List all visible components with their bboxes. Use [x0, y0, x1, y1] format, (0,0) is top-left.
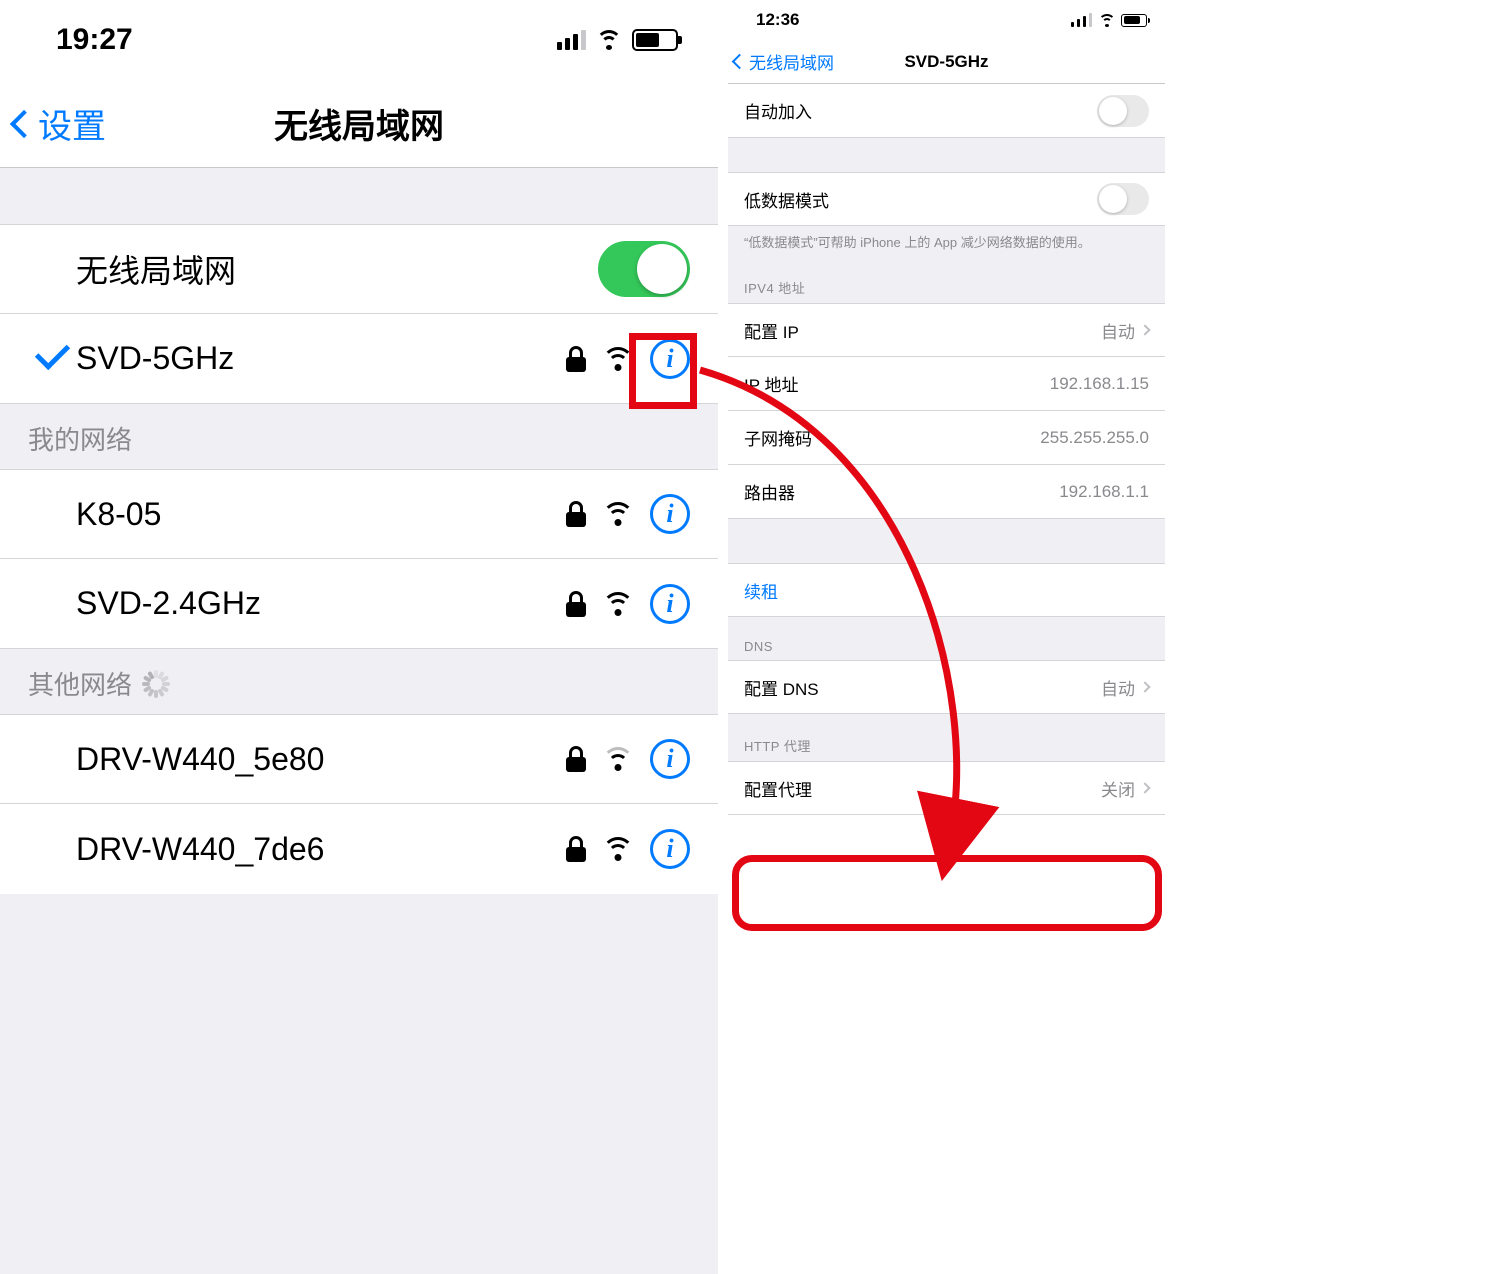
info-icon[interactable]: i	[650, 829, 690, 869]
config-proxy-row[interactable]: 配置代理 关闭	[728, 761, 1165, 815]
back-button[interactable]: 设置	[0, 99, 106, 148]
config-ip-row[interactable]: 配置 IP 自动	[728, 303, 1165, 357]
info-icon[interactable]: i	[650, 584, 690, 624]
subnet-mask-row: 子网掩码 255.255.255.0	[728, 411, 1165, 465]
auto-join-row: 自动加入	[728, 84, 1165, 138]
status-bar: 12:36	[728, 0, 1165, 40]
cellular-signal-icon	[557, 30, 586, 50]
my-networks-header: 我的网络	[0, 404, 718, 469]
config-dns-label: 配置 DNS	[744, 675, 1101, 700]
network-name: DRV-W440_5e80	[76, 741, 566, 778]
status-time: 12:36	[756, 10, 799, 30]
lock-icon	[566, 836, 586, 862]
lock-icon	[566, 746, 586, 772]
back-button[interactable]: 无线局域网	[728, 49, 834, 74]
router-value: 192.168.1.1	[1059, 482, 1149, 502]
auto-join-label: 自动加入	[744, 98, 1097, 123]
network-name: SVD-2.4GHz	[76, 585, 566, 622]
low-data-note: “低数据模式”可帮助 iPhone 上的 App 减少网络数据的使用。	[728, 226, 1165, 272]
ipv4-header: IPV4 地址	[728, 272, 1165, 303]
connected-network-row[interactable]: SVD-5GHz i	[0, 314, 718, 404]
wifi-toggle[interactable]	[598, 241, 690, 297]
battery-icon	[632, 29, 678, 51]
dns-header: DNS	[728, 617, 1165, 660]
status-indicators	[1071, 13, 1147, 27]
config-ip-value: 自动	[1101, 318, 1135, 343]
nav-title: 无线局域网	[0, 99, 718, 148]
other-networks-label: 其他网络	[28, 665, 132, 702]
info-icon[interactable]: i	[650, 739, 690, 779]
wifi-signal-icon	[602, 747, 634, 771]
config-proxy-value: 关闭	[1101, 776, 1135, 801]
network-row[interactable]: DRV-W440_5e80 i	[0, 714, 718, 804]
connected-network-name: SVD-5GHz	[76, 340, 566, 377]
config-dns-row[interactable]: 配置 DNS 自动	[728, 660, 1165, 714]
router-label: 路由器	[744, 479, 1059, 504]
network-name: DRV-W440_7de6	[76, 831, 566, 868]
ip-address-value: 192.168.1.15	[1050, 374, 1149, 394]
chevron-right-icon	[1139, 325, 1150, 336]
back-label: 设置	[38, 99, 106, 148]
checkmark-icon	[43, 337, 62, 381]
other-networks-header: 其他网络	[0, 649, 718, 714]
wifi-signal-icon	[602, 592, 634, 616]
network-row[interactable]: K8-05 i	[0, 469, 718, 559]
chevron-right-icon	[1139, 682, 1150, 693]
lock-icon	[566, 591, 586, 617]
status-time: 19:27	[56, 23, 133, 57]
lock-icon	[566, 501, 586, 527]
chevron-left-icon	[734, 52, 745, 72]
nav-bar: 无线局域网 SVD-5GHz	[728, 40, 1165, 84]
wifi-settings-screen: 19:27 设置 无线局域网 无线局域网 SVD-5GHz	[0, 0, 718, 1274]
spinner-icon	[142, 670, 170, 698]
renew-lease-label: 续租	[744, 578, 778, 603]
info-icon[interactable]: i	[650, 494, 690, 534]
nav-bar: 设置 无线局域网	[0, 80, 718, 168]
ip-address-label: IP 地址	[744, 371, 1050, 396]
back-label: 无线局域网	[749, 49, 834, 74]
config-ip-label: 配置 IP	[744, 318, 1101, 343]
network-name: K8-05	[76, 496, 566, 533]
wifi-signal-icon	[602, 347, 634, 371]
chevron-left-icon	[14, 104, 34, 143]
subnet-mask-value: 255.255.255.0	[1040, 428, 1149, 448]
router-row: 路由器 192.168.1.1	[728, 465, 1165, 519]
info-icon[interactable]: i	[650, 339, 690, 379]
cellular-signal-icon	[1071, 13, 1092, 27]
proxy-header: HTTP 代理	[728, 714, 1165, 761]
wifi-master-toggle-row: 无线局域网	[0, 224, 718, 314]
wifi-toggle-label: 无线局域网	[76, 246, 598, 292]
status-bar: 19:27	[0, 0, 718, 80]
low-data-label: 低数据模式	[744, 187, 1097, 212]
auto-join-toggle[interactable]	[1097, 95, 1149, 127]
low-data-toggle[interactable]	[1097, 183, 1149, 215]
network-row[interactable]: SVD-2.4GHz i	[0, 559, 718, 649]
wifi-signal-icon	[602, 502, 634, 526]
wifi-status-icon	[596, 30, 622, 50]
low-data-row: 低数据模式	[728, 172, 1165, 226]
ip-address-row: IP 地址 192.168.1.15	[728, 357, 1165, 411]
lock-icon	[566, 346, 586, 372]
battery-icon	[1121, 14, 1147, 27]
renew-lease-button[interactable]: 续租	[728, 563, 1165, 617]
wifi-details-screen: 12:36 无线局域网 SVD-5GHz 自动加入 低数据模式 “低数据模式”可…	[728, 0, 1165, 1274]
config-proxy-label: 配置代理	[744, 776, 1101, 801]
network-row[interactable]: DRV-W440_7de6 i	[0, 804, 718, 894]
status-indicators	[557, 29, 678, 51]
wifi-status-icon	[1098, 14, 1115, 27]
config-dns-value: 自动	[1101, 675, 1135, 700]
chevron-right-icon	[1139, 783, 1150, 794]
wifi-signal-icon	[602, 837, 634, 861]
subnet-mask-label: 子网掩码	[744, 425, 1040, 450]
